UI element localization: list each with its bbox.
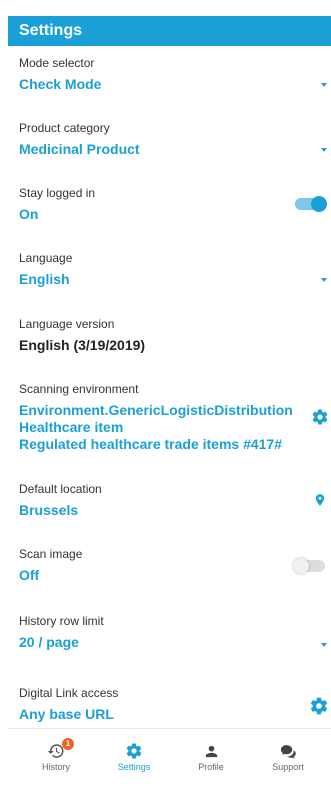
language-value[interactable]: English [19, 271, 331, 288]
stay-logged-in[interactable]: Stay logged in On [19, 186, 331, 223]
stay-logged-in-label: Stay logged in [19, 186, 96, 200]
location-pin-icon[interactable] [313, 491, 327, 514]
mode-selector-value[interactable]: Check Mode [19, 76, 331, 93]
stay-logged-in-toggle[interactable] [295, 196, 327, 212]
gear-icon [126, 743, 142, 759]
product-category-label: Product category [19, 121, 110, 135]
tabbar-divider [8, 728, 331, 729]
language-version: Language version English (3/19/2019) [19, 317, 331, 354]
tab-settings[interactable]: Settings [94, 736, 174, 772]
scanning-environment-value[interactable]: Environment.GenericLogisticDistribution … [19, 402, 331, 453]
digital-link-access-label: Digital Link access [19, 686, 119, 700]
scanning-environment[interactable]: Scanning environment Environment.Generic… [19, 382, 331, 453]
person-icon [205, 745, 217, 758]
language-label: Language [19, 251, 73, 265]
digital-link-access-value[interactable]: Any base URL [19, 706, 331, 723]
page-title-bar: Settings [8, 16, 331, 46]
gear-icon[interactable] [309, 696, 329, 721]
bottom-tab-bar: 1 History Settings Profile Support [8, 736, 331, 791]
history-badge: 1 [62, 738, 74, 750]
product-category-value[interactable]: Medicinal Product [19, 141, 331, 158]
tab-label: Settings [117, 762, 151, 772]
language-selector[interactable]: Language English [19, 251, 331, 288]
default-location[interactable]: Default location Brussels [19, 482, 331, 519]
scanning-environment-label: Scanning environment [19, 382, 139, 396]
digital-link-access[interactable]: Digital Link access Any base URL [19, 686, 331, 723]
tab-support[interactable]: Support [248, 736, 328, 772]
tab-profile[interactable]: Profile [171, 736, 251, 772]
tab-history[interactable]: 1 History [16, 736, 96, 772]
history-row-limit-label: History row limit [19, 614, 104, 628]
language-version-label: Language version [19, 317, 115, 331]
mode-selector[interactable]: Mode selector Check Mode [19, 56, 331, 93]
chevron-down-icon[interactable] [321, 83, 327, 87]
scan-image-toggle[interactable] [293, 558, 325, 574]
scan-image[interactable]: Scan image Off [19, 547, 331, 584]
scan-image-label: Scan image [19, 547, 83, 561]
chevron-down-icon[interactable] [321, 148, 327, 152]
scanning-environment-line: Healthcare item [19, 419, 124, 435]
history-row-limit[interactable]: History row limit 20 / page [19, 614, 331, 651]
tab-label: Profile [198, 762, 224, 772]
history-row-limit-value[interactable]: 20 / page [19, 634, 331, 651]
scanning-environment-line: Regulated healthcare trade items #417# [19, 436, 283, 452]
tab-label: Support [272, 762, 304, 772]
page-title: Settings [19, 22, 83, 39]
chat-icon [280, 745, 296, 759]
gear-icon[interactable] [311, 408, 329, 431]
product-category[interactable]: Product category Medicinal Product [19, 121, 331, 158]
scanning-environment-line: Environment.GenericLogisticDistribution [19, 402, 293, 418]
tab-label: History [41, 762, 70, 772]
mode-selector-label: Mode selector [19, 56, 95, 70]
chevron-down-icon[interactable] [321, 278, 327, 282]
stay-logged-in-value: On [19, 206, 39, 222]
default-location-label: Default location [19, 482, 102, 496]
language-version-value: English (3/19/2019) [19, 337, 146, 353]
default-location-value[interactable]: Brussels [19, 502, 331, 519]
chevron-down-icon[interactable] [321, 643, 327, 647]
scan-image-value: Off [19, 567, 40, 583]
